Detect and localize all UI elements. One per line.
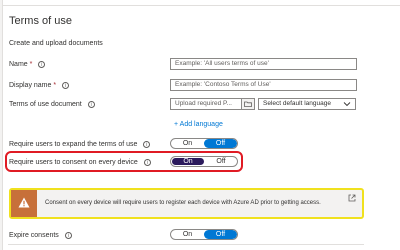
- external-link-icon[interactable]: [348, 194, 356, 202]
- required-marker: *: [29, 61, 33, 68]
- language-select-value: Select default language: [263, 100, 331, 107]
- toggle-off-option[interactable]: Off: [204, 139, 237, 148]
- info-icon[interactable]: i: [143, 141, 151, 148]
- page-title: Terms of use: [9, 15, 72, 27]
- terms-document-label: Terms of use document i: [9, 101, 95, 108]
- consent-every-device-label: Require users to consent on every device…: [9, 159, 151, 166]
- chevron-down-icon: [343, 102, 351, 107]
- toggle-on-option[interactable]: On: [172, 158, 204, 165]
- display-name-label: Display name * i: [9, 82, 70, 89]
- expire-consents-toggle[interactable]: On Off: [170, 229, 238, 240]
- default-language-select[interactable]: Select default language: [258, 98, 356, 110]
- terms-of-use-panel: Terms of use Create and upload documents…: [0, 0, 400, 250]
- expand-terms-label: Require users to expand the terms of use…: [9, 141, 151, 148]
- display-name-input[interactable]: Example: 'Contoso Terms of Use': [170, 79, 357, 91]
- info-icon[interactable]: i: [64, 232, 72, 239]
- left-gutter: [0, 0, 3, 250]
- toggle-on-option[interactable]: On: [171, 230, 204, 239]
- top-divider: [0, 0, 400, 6]
- upload-placeholder: Upload required P...: [175, 100, 232, 107]
- info-icon[interactable]: i: [87, 101, 95, 108]
- name-input[interactable]: Example: 'All users terms of use': [170, 58, 357, 70]
- toggle-on-option[interactable]: On: [171, 139, 204, 148]
- name-label-text: Name: [9, 61, 28, 68]
- required-marker: *: [53, 82, 57, 89]
- expand-terms-label-text: Require users to expand the terms of use: [9, 141, 138, 148]
- consent-every-device-label-text: Require users to consent on every device: [9, 159, 138, 166]
- warning-icon: [18, 197, 30, 208]
- expire-consents-label-text: Expire consents: [9, 232, 59, 239]
- info-icon[interactable]: i: [38, 61, 46, 68]
- bottom-divider: [8, 244, 364, 245]
- add-language-link[interactable]: + Add language: [174, 121, 223, 128]
- folder-icon: [244, 101, 252, 107]
- toggle-off-option[interactable]: Off: [205, 157, 237, 166]
- toggle-off-option[interactable]: Off: [204, 230, 237, 239]
- info-icon[interactable]: i: [62, 82, 70, 89]
- warning-banner-text: Consent on every device will require use…: [45, 200, 321, 206]
- consent-every-device-toggle[interactable]: On Off: [170, 156, 238, 167]
- expire-consents-label: Expire consents i: [9, 232, 72, 239]
- terms-document-label-text: Terms of use document: [9, 101, 82, 108]
- browse-file-button[interactable]: [241, 99, 254, 109]
- section-subtitle: Create and upload documents: [9, 40, 103, 47]
- info-icon[interactable]: i: [143, 159, 151, 166]
- expand-terms-toggle[interactable]: On Off: [170, 138, 238, 149]
- warning-banner: Consent on every device will require use…: [9, 188, 364, 219]
- display-name-label-text: Display name: [9, 82, 52, 89]
- name-label: Name * i: [9, 61, 46, 68]
- warning-icon-box: [11, 190, 37, 217]
